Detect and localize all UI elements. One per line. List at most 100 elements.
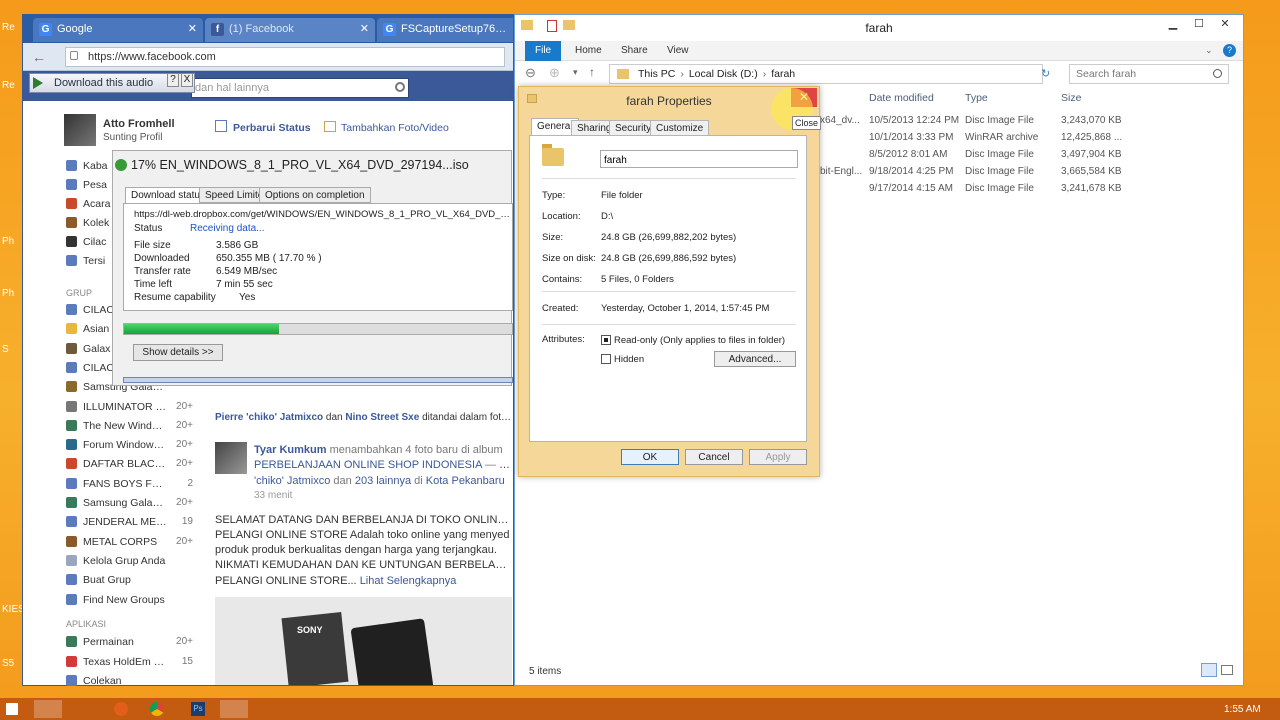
close-icon[interactable]: ✕ xyxy=(1213,17,1237,33)
column-size[interactable]: Size xyxy=(1061,92,1081,104)
sidebar-app-item[interactable]: Permainan 20+ xyxy=(66,634,201,652)
file-row[interactable]: 8/5/2012 8:01 AM Disc Image File 3,497,904… xyxy=(800,147,1220,164)
close-tab-icon[interactable]: ✕ xyxy=(188,22,197,35)
taskbar-explorer-icon[interactable] xyxy=(34,700,62,718)
chevron-right-icon[interactable]: › xyxy=(675,68,689,80)
sidebar-group-item[interactable]: Kelola Grup Anda xyxy=(66,553,201,571)
tray-icons[interactable] xyxy=(1184,702,1218,716)
forward-arrow-icon[interactable]: ⊕ xyxy=(549,65,560,81)
desktop-label[interactable]: Re xyxy=(2,80,15,91)
tagged-user-link[interactable]: 'chiko' Jatmixco xyxy=(254,475,330,487)
column-type[interactable]: Type xyxy=(965,92,988,104)
details-view-icon[interactable] xyxy=(1201,663,1217,677)
ribbon-tab-home[interactable]: Home xyxy=(565,41,612,61)
help-button[interactable]: ? xyxy=(167,73,179,87)
taskbar-clock[interactable]: 1:55 AM xyxy=(1224,704,1261,715)
poster-link[interactable]: Tyar Kumkum xyxy=(254,444,327,456)
ok-button[interactable]: OK xyxy=(621,449,679,465)
help-icon[interactable]: ? xyxy=(1223,44,1236,57)
sidebar-group-item[interactable]: The New Window... 20+ xyxy=(66,418,201,436)
sidebar-group-item[interactable]: JENDERAL METAL ... 19 xyxy=(66,514,201,532)
maximize-icon[interactable]: ☐ xyxy=(1187,17,1211,33)
apply-button[interactable]: Apply xyxy=(749,449,807,465)
sidebar-group-item[interactable]: ILLUMINATOR SC... 20+ xyxy=(66,399,201,417)
back-arrow-icon[interactable]: ⊖ xyxy=(525,65,536,81)
tab-fscapture[interactable]: G FSCaptureSetup76 - Penelu... xyxy=(377,18,513,42)
address-bar[interactable]: https://www.facebook.com xyxy=(65,47,505,67)
sidebar-group-item[interactable]: FANS BOYS FM CIL... 2 xyxy=(66,476,201,494)
sidebar-group-item[interactable]: Find New Groups xyxy=(66,592,201,610)
search-icon[interactable] xyxy=(1213,69,1222,78)
post-time[interactable]: 33 menit xyxy=(254,490,292,501)
facebook-search-input[interactable]: dan hal lainnya xyxy=(191,78,409,98)
tab-facebook[interactable]: f (1) Facebook ✕ xyxy=(205,18,375,42)
chrome-logo-icon xyxy=(150,702,164,716)
ribbon-tab-share[interactable]: Share xyxy=(611,41,658,61)
desktop-label[interactable]: Ph xyxy=(2,236,14,247)
profile-name[interactable]: Atto Fromhell xyxy=(103,118,175,130)
file-row[interactable]: x64_dv... 10/5/2013 12:24 PM Disc Image Fi… xyxy=(800,113,1220,130)
file-row[interactable]: 9/17/2014 4:15 AM Disc Image File 3,241,67… xyxy=(800,181,1220,198)
update-status-button[interactable]: Perbarui Status xyxy=(233,122,311,134)
group-label: ILLUMINATOR SC... xyxy=(83,400,168,413)
sidebar-app-item[interactable]: Texas HoldEm Poker 15 xyxy=(66,654,201,672)
start-icon[interactable] xyxy=(6,703,18,715)
ribbon-tab-file[interactable]: File xyxy=(525,41,562,61)
desktop-label[interactable]: S5 xyxy=(2,658,14,669)
chevron-right-icon[interactable]: › xyxy=(758,68,772,80)
desktop-label[interactable]: Re xyxy=(2,22,15,33)
tagged-user-link[interactable]: Pierre 'chiko' Jatmixco xyxy=(215,412,323,423)
location-link[interactable]: Kota Pekanbaru xyxy=(426,475,505,487)
minimize-icon[interactable]: ▁ xyxy=(1161,17,1185,33)
recent-dropdown-icon[interactable]: ▾ xyxy=(573,67,578,78)
read-only-checkbox[interactable] xyxy=(601,335,611,345)
add-photo-button[interactable]: Tambahkan Foto/Video xyxy=(341,122,449,134)
post-photo[interactable]: SONY xyxy=(215,597,512,685)
large-icons-view-icon[interactable] xyxy=(1221,665,1233,675)
others-link[interactable]: 203 lainnya xyxy=(355,475,411,487)
avatar[interactable] xyxy=(64,114,96,146)
sidebar-group-item[interactable]: METAL CORPS 20+ xyxy=(66,534,201,552)
advanced-button[interactable]: Advanced... xyxy=(714,351,796,367)
sidebar-group-item[interactable]: Forum Windows I... 20+ xyxy=(66,437,201,455)
breadcrumb-farah[interactable]: farah xyxy=(771,68,795,80)
breadcrumb-this-pc[interactable]: This PC xyxy=(638,68,675,80)
sidebar-group-item[interactable]: DAFTAR BLACKLI... 20+ xyxy=(66,456,201,474)
hidden-checkbox[interactable] xyxy=(601,354,611,364)
hidden-label[interactable]: Hidden xyxy=(614,354,644,365)
desktop-label[interactable]: S xyxy=(2,344,9,355)
edit-profile-link[interactable]: Sunting Profil xyxy=(103,132,162,143)
taskbar-idm-icon[interactable] xyxy=(220,700,248,718)
tab-options-on-completion[interactable]: Options on completion xyxy=(259,187,371,203)
path-breadcrumb[interactable]: This PC › Local Disk (D:) › farah xyxy=(609,64,1043,84)
group-label: Forum Windows I... xyxy=(83,439,168,452)
tab-google[interactable]: G Google ✕ xyxy=(33,18,203,42)
taskbar-app-icon[interactable] xyxy=(74,700,102,718)
sidebar-group-item[interactable]: Samsung Galaxy ... 20+ xyxy=(66,495,201,513)
sidebar-app-item[interactable]: Colekan xyxy=(66,673,201,691)
back-arrow-icon[interactable]: ← xyxy=(29,47,49,67)
folder-name-input[interactable] xyxy=(600,150,798,168)
file-row[interactable]: bit-Engl... 9/18/2014 4:25 PM Disc Image F… xyxy=(800,164,1220,181)
ribbon-tab-view[interactable]: View xyxy=(657,41,699,61)
refresh-icon[interactable]: ↻ xyxy=(1041,67,1050,80)
tab-customize[interactable]: Customize xyxy=(650,120,710,136)
explorer-search-input[interactable]: Search farah xyxy=(1069,64,1229,84)
file-row[interactable]: 10/1/2014 3:33 PM WinRAR archive 12,425,86… xyxy=(800,130,1220,147)
close-tab-icon[interactable]: ✕ xyxy=(360,22,369,35)
close-audio-button[interactable]: X xyxy=(181,73,193,87)
cancel-button[interactable]: Cancel xyxy=(685,449,743,465)
album-link[interactable]: PERBELANJAAN ONLINE SHOP INDONESIA xyxy=(254,459,482,471)
sidebar-group-item[interactable]: Buat Grup xyxy=(66,572,201,590)
breadcrumb-local-disk[interactable]: Local Disk (D:) xyxy=(689,68,758,80)
poster-avatar[interactable] xyxy=(215,442,247,474)
desktop-label[interactable]: Ph xyxy=(2,288,14,299)
search-icon[interactable] xyxy=(395,82,405,92)
column-date-modified[interactable]: Date modified xyxy=(869,92,934,104)
up-arrow-icon[interactable]: ↑ xyxy=(589,65,595,79)
tagged-user-link[interactable]: Nino Street Sxe xyxy=(345,412,419,423)
see-more-link[interactable]: Lihat Selengkapnya xyxy=(360,575,457,587)
show-details-button[interactable]: Show details >> xyxy=(133,344,223,361)
chevron-down-icon[interactable]: ⌄ xyxy=(1205,45,1213,56)
read-only-label[interactable]: Read-only (Only applies to files in fold… xyxy=(614,335,785,346)
